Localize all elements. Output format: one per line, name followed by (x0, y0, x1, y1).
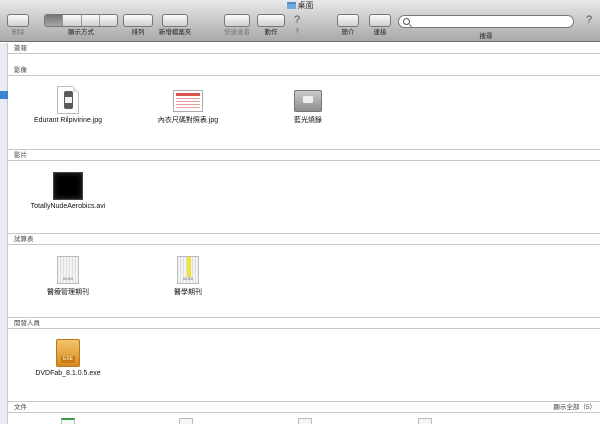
new-folder-label: 新增檔案夾 (158, 29, 192, 36)
scroll-marker[interactable] (0, 91, 8, 99)
file-item[interactable]: EXE DVDFab_8.1.0.5.exe (13, 339, 123, 377)
file-item[interactable]: XLSX 醫學期刊 (133, 256, 243, 297)
section-title: 試算表 (14, 236, 34, 243)
coverflow-view-icon[interactable] (100, 15, 117, 26)
info-button[interactable]: 簡介 (336, 14, 360, 37)
section-header: 簽報 (8, 43, 600, 54)
search-label: 搜尋 (479, 33, 493, 40)
exe-file-icon: EXE (56, 339, 80, 367)
file-name: 醫學期刊 (174, 289, 202, 296)
disc-burn-icon (294, 90, 322, 112)
trash-icon (7, 14, 29, 27)
section-header: 影像 (8, 65, 600, 76)
help-icon: ? (293, 14, 301, 26)
file-item[interactable]: Edurant Rilpivirine.jpg (13, 86, 123, 124)
section-title: 開發人員 (14, 320, 40, 327)
section-header: 影片 (8, 150, 600, 161)
document-file-icon[interactable] (298, 418, 312, 424)
section-title: 文件 (14, 404, 27, 411)
section-favorites: 簽報 (8, 43, 600, 54)
file-item[interactable]: 藍光燒錄 (253, 86, 363, 125)
eye-icon (224, 14, 250, 27)
quicklook-label: 快速查看 (224, 29, 250, 36)
window-title: 桌面 (297, 1, 314, 10)
view-segmented[interactable] (44, 14, 118, 27)
arrange-icon (123, 14, 153, 27)
column-view-icon[interactable] (82, 15, 100, 26)
jpg-file-icon (173, 90, 203, 112)
connect-button[interactable]: 連接 (368, 14, 392, 37)
xlsx-file-icon: XLSX (57, 256, 79, 284)
file-name: TotallyNudeAerobics.avi (30, 203, 106, 210)
connect-label: 連接 (373, 29, 387, 36)
view-label: 顯示方式 (68, 29, 94, 36)
new-folder-button[interactable]: 新增檔案夾 (158, 14, 192, 37)
section-images: 影像 Edurant Rilpivirine.jpg 內衣尺碼對照表.jpg 藍… (8, 65, 600, 145)
show-all-link[interactable]: 顯示全部（5） (553, 402, 596, 413)
new-folder-icon (162, 14, 188, 27)
file-item[interactable]: TotallyNudeAerobics.avi (13, 172, 123, 210)
section-developer: 開發人員 EXE DVDFab_8.1.0.5.exe (8, 317, 600, 397)
scroll-rail[interactable] (0, 43, 8, 424)
help-label: ? (295, 28, 299, 35)
document-file-icon[interactable] (418, 418, 432, 424)
quicklook-button[interactable]: 快速查看 (222, 14, 252, 37)
search-icon (403, 18, 410, 25)
arrange-button[interactable]: 排列 (123, 14, 153, 37)
file-name: 內衣尺碼對照表.jpg (157, 117, 219, 124)
icon-view-icon[interactable] (45, 15, 64, 26)
info-icon (337, 14, 359, 27)
section-header: 文件 顯示全部（5） (8, 402, 600, 413)
section-title: 影像 (14, 67, 27, 74)
gear-icon (257, 14, 285, 27)
jpg-file-icon (57, 86, 79, 114)
section-title: 簽報 (14, 45, 27, 52)
info-label: 簡介 (341, 29, 355, 36)
view-control[interactable]: 顯示方式 (44, 14, 118, 37)
arrange-label: 排列 (131, 29, 145, 36)
file-item[interactable]: 內衣尺碼對照表.jpg (133, 86, 243, 125)
list-view-icon[interactable] (63, 15, 82, 26)
file-name: 醫療管理期刊 (47, 289, 89, 296)
file-name: 藍光燒錄 (294, 117, 322, 124)
search-help-icon: ? (585, 14, 593, 26)
search-input[interactable] (398, 15, 574, 28)
delete-button[interactable]: 刪除 (6, 14, 30, 37)
section-header: 試算表 (8, 234, 600, 245)
section-title: 影片 (14, 152, 27, 159)
folder-icon (286, 2, 296, 9)
action-button[interactable]: 動作 (256, 14, 286, 37)
file-name: Edurant Rilpivirine.jpg (33, 117, 103, 124)
file-name: DVDFab_8.1.0.5.exe (35, 370, 101, 377)
section-spreadsheets: 試算表 XLSX 醫療管理期刊 XLSX 醫學期刊 (8, 233, 600, 313)
title-bar: 桌面 (0, 0, 600, 12)
delete-label: 刪除 (11, 29, 25, 36)
search-help-button[interactable]: ? (582, 14, 596, 26)
section-movies: 影片 TotallyNudeAerobics.avi (8, 149, 600, 229)
document-file-icon[interactable] (179, 418, 193, 424)
connect-icon (369, 14, 391, 27)
xlsx-file-icon: XLSX (177, 256, 199, 284)
document-file-icon[interactable] (61, 418, 75, 424)
video-file-icon (53, 172, 83, 200)
file-item[interactable]: XLSX 醫療管理期刊 (13, 256, 123, 297)
help-button[interactable]: ? ? (290, 14, 304, 36)
action-label: 動作 (264, 29, 278, 36)
section-header: 開發人員 (8, 318, 600, 329)
